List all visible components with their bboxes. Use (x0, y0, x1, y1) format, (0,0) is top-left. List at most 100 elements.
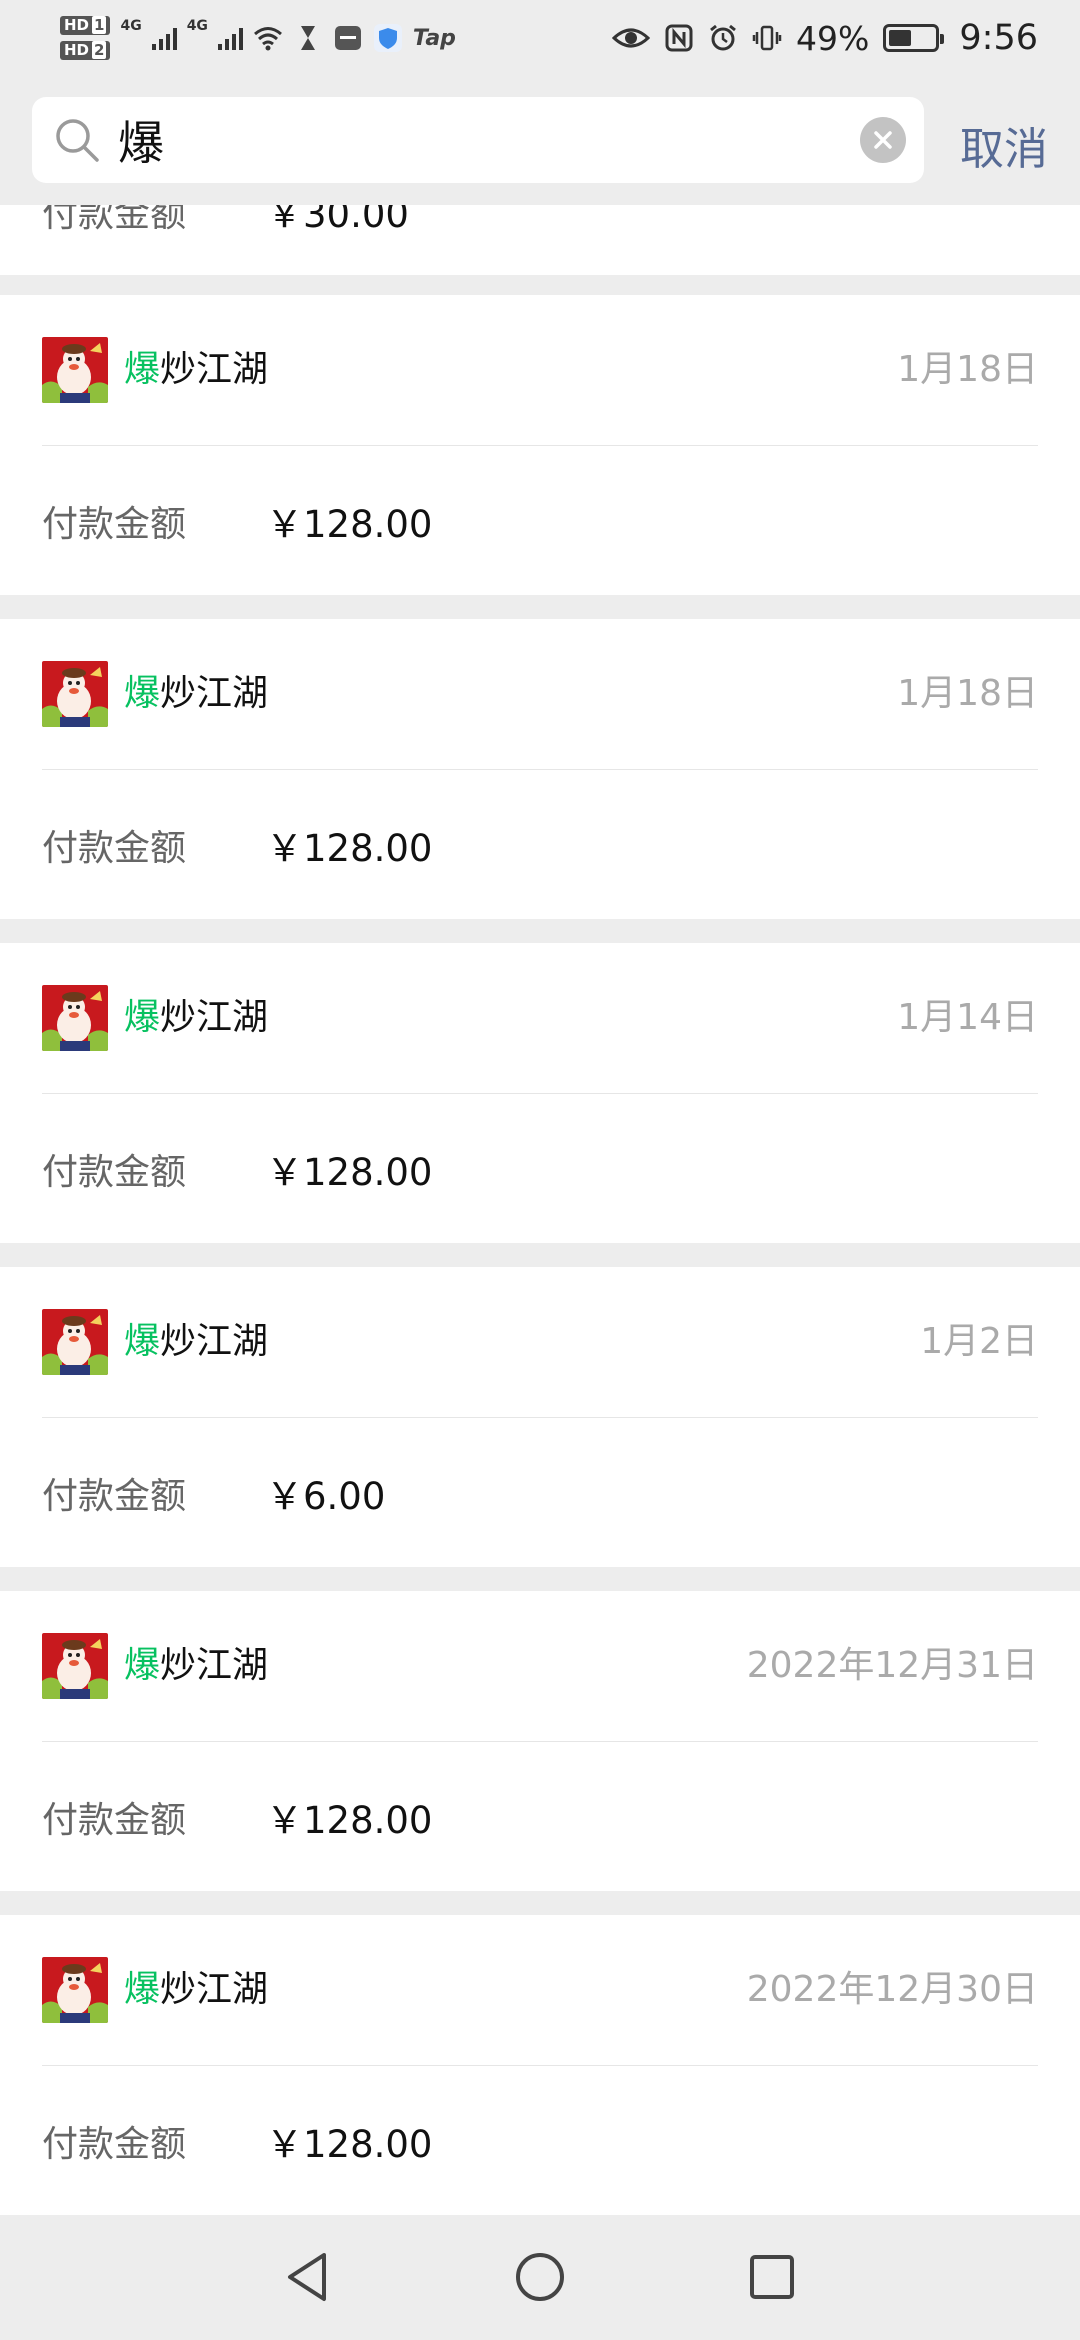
amount-value: ￥128.00 (266, 827, 433, 870)
amount-row: 付款金额 ￥128.00 (42, 2115, 1038, 2175)
search-input[interactable] (118, 107, 818, 173)
search-results-list[interactable]: 付款金额 ￥30.00 爆炒江湖 1月18日 付款金额 ￥128.00 爆炒江湖… (0, 205, 1080, 2215)
battery-icon (883, 24, 945, 52)
amount-label: 付款金额 (42, 828, 187, 869)
transaction-date: 2022年12月30日 (746, 1969, 1038, 2010)
list-item[interactable]: 爆炒江湖 1月18日 付款金额 ￥128.00 (0, 295, 1080, 595)
amount-value: ￥128.00 (266, 503, 433, 546)
list-item-partial[interactable]: 付款金额 ￥30.00 (0, 205, 1080, 275)
card-header: 爆炒江湖 2022年12月31日 (42, 1633, 1038, 1699)
search-header: 取消 (0, 75, 1080, 205)
amount-value: ￥128.00 (266, 2123, 433, 2166)
merchant-name-rest: 炒江湖 (160, 1321, 269, 1362)
divider (42, 2065, 1038, 2066)
merchant-name-rest: 炒江湖 (160, 997, 269, 1038)
search-icon (56, 119, 99, 162)
sim-indicators: HD 1 HD 2 (60, 16, 111, 60)
home-icon[interactable] (508, 2245, 572, 2309)
merchant-name-rest: 炒江湖 (160, 1645, 269, 1686)
sim2-badge: HD 2 (60, 41, 111, 60)
list-item[interactable]: 爆炒江湖 2022年12月30日 付款金额 ￥128.00 (0, 1915, 1080, 2215)
hourglass-icon (300, 26, 315, 50)
search-box[interactable] (32, 97, 924, 183)
merchant-name-highlight: 爆 (124, 349, 161, 390)
clear-search-button[interactable] (860, 117, 906, 163)
battery-fill (889, 30, 911, 46)
network-type-2: 4G (186, 18, 208, 34)
list-item[interactable]: 爆炒江湖 1月2日 付款金额 ￥6.00 (0, 1267, 1080, 1567)
shield-icon (373, 24, 402, 52)
transaction-date: 1月14日 (897, 997, 1038, 1038)
app-notification-icon (334, 26, 361, 50)
sim1-badge: HD 1 (60, 16, 111, 35)
amount-label: 付款金额 (42, 205, 187, 235)
divider (42, 1093, 1038, 1094)
amount-row: 付款金额 ￥6.00 (42, 1467, 1038, 1527)
amount-value: ￥128.00 (266, 1799, 433, 1842)
merchant-name: 爆炒江湖 (124, 667, 268, 721)
transaction-date: 1月18日 (897, 673, 1038, 714)
wifi-icon (253, 27, 282, 51)
merchant-name: 爆炒江湖 (124, 343, 268, 397)
card-header: 爆炒江湖 1月18日 (42, 337, 1038, 403)
close-icon (874, 131, 892, 149)
amount-label: 付款金额 (42, 2124, 187, 2165)
signal-icon-2 (217, 26, 243, 50)
divider (42, 1417, 1038, 1418)
list-item[interactable]: 爆炒江湖 1月18日 付款金额 ￥128.00 (0, 619, 1080, 919)
network-type-1: 4G (120, 18, 142, 34)
status-right: 49% 9:56 (612, 14, 1038, 62)
merchant-avatar (42, 1633, 108, 1699)
transaction-date: 1月2日 (920, 1321, 1038, 1362)
card-header: 爆炒江湖 1月18日 (42, 661, 1038, 727)
nfc-icon (665, 24, 693, 52)
list-item[interactable]: 爆炒江湖 1月14日 付款金额 ￥128.00 (0, 943, 1080, 1243)
signal-icon-1 (151, 26, 177, 50)
divider (42, 769, 1038, 770)
recents-icon[interactable] (740, 2245, 804, 2309)
amount-row: 付款金额 ￥128.00 (42, 1143, 1038, 1203)
battery-percent: 49% (796, 18, 870, 58)
status-bar: HD 1 HD 2 4G 4G Tap 49% 9:56 (0, 0, 1080, 75)
divider (42, 445, 1038, 446)
amount-row: 付款金额 ￥128.00 (42, 495, 1038, 555)
merchant-avatar (42, 337, 108, 403)
merchant-name-highlight: 爆 (124, 1645, 161, 1686)
merchant-name: 爆炒江湖 (124, 1639, 268, 1693)
merchant-name-rest: 炒江湖 (160, 349, 269, 390)
cancel-button[interactable]: 取消 (960, 113, 1048, 177)
card-header: 爆炒江湖 1月2日 (42, 1309, 1038, 1375)
merchant-name-rest: 炒江湖 (160, 1969, 269, 2010)
amount-label: 付款金额 (42, 1152, 187, 1193)
amount-value: ￥6.00 (266, 1475, 386, 1518)
amount-row: 付款金额 ￥128.00 (42, 1791, 1038, 1851)
merchant-avatar (42, 1957, 108, 2023)
merchant-name-highlight: 爆 (124, 997, 161, 1038)
list-item[interactable]: 爆炒江湖 2022年12月31日 付款金额 ￥128.00 (0, 1591, 1080, 1891)
merchant-avatar (42, 985, 108, 1051)
navigation-bar (0, 2215, 1080, 2340)
amount-label: 付款金额 (42, 504, 187, 545)
merchant-name: 爆炒江湖 (124, 1963, 268, 2017)
merchant-name: 爆炒江湖 (124, 1315, 268, 1369)
merchant-name-highlight: 爆 (124, 1321, 161, 1362)
amount-value: ￥128.00 (266, 1151, 433, 1194)
merchant-avatar (42, 1309, 108, 1375)
alarm-icon (710, 24, 736, 51)
eye-icon (612, 28, 651, 48)
amount-row: 付款金额 ￥30.00 (42, 205, 1038, 245)
divider (42, 1741, 1038, 1742)
screen: HD 1 HD 2 4G 4G Tap 49% 9:56 爆 取消 付款金额 ￥… (0, 0, 1080, 2340)
merchant-name: 爆炒江湖 (124, 991, 268, 1045)
merchant-avatar (42, 661, 108, 727)
merchant-name-highlight: 爆 (124, 673, 161, 714)
merchant-name-highlight: 爆 (124, 1969, 161, 2010)
transaction-date: 1月18日 (897, 349, 1038, 390)
clock: 9:56 (959, 18, 1038, 58)
amount-label: 付款金额 (42, 1476, 187, 1517)
back-icon[interactable] (276, 2245, 340, 2309)
transaction-date: 2022年12月31日 (746, 1645, 1038, 1686)
amount-label: 付款金额 (42, 1800, 187, 1841)
amount-value: ￥30.00 (266, 205, 409, 236)
card-header: 爆炒江湖 1月14日 (42, 985, 1038, 1051)
